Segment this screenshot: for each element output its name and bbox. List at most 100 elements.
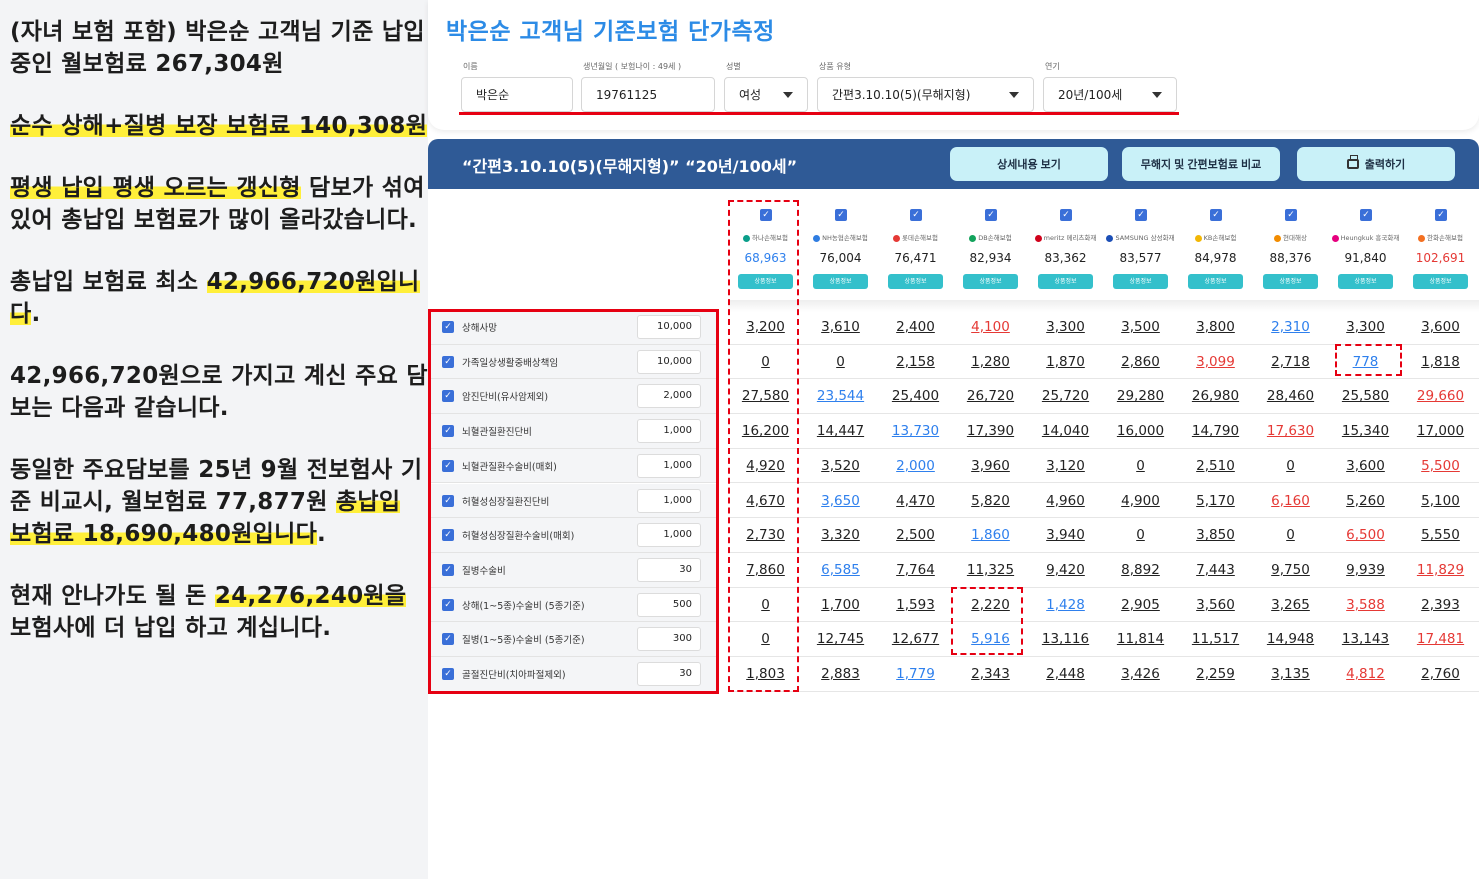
premium-value-link[interactable]: 2,000 xyxy=(878,458,953,474)
premium-value-link[interactable]: 2,860 xyxy=(1103,354,1178,370)
premium-value-link[interactable]: 25,720 xyxy=(1028,388,1103,404)
premium-value-link[interactable]: 2,259 xyxy=(1178,666,1253,682)
premium-value-link[interactable]: 6,500 xyxy=(1328,527,1403,543)
premium-value-link[interactable]: 5,100 xyxy=(1403,493,1478,509)
company-checkbox[interactable]: ✓ xyxy=(1435,209,1447,221)
premium-value-link[interactable]: 1,280 xyxy=(953,354,1028,370)
premium-value-link[interactable]: 9,939 xyxy=(1328,562,1403,578)
premium-value-link[interactable]: 29,280 xyxy=(1103,388,1178,404)
company-checkbox[interactable]: ✓ xyxy=(1060,209,1072,221)
premium-value-link[interactable]: 3,960 xyxy=(953,458,1028,474)
premium-value-link[interactable]: 1,779 xyxy=(878,666,953,682)
premium-value-link[interactable]: 3,300 xyxy=(1328,319,1403,335)
company-checkbox[interactable]: ✓ xyxy=(1210,209,1222,221)
premium-value-link[interactable]: 2,343 xyxy=(953,666,1028,682)
premium-value-link[interactable]: 11,517 xyxy=(1178,631,1253,647)
premium-value-link[interactable]: 2,448 xyxy=(1028,666,1103,682)
company-checkbox[interactable]: ✓ xyxy=(1135,209,1147,221)
premium-value-link[interactable]: 5,550 xyxy=(1403,527,1478,543)
birth-field[interactable]: 19761125 xyxy=(581,77,715,112)
premium-value-link[interactable]: 11,829 xyxy=(1403,562,1478,578)
premium-value-link[interactable]: 12,745 xyxy=(803,631,878,647)
premium-value-link[interactable]: 0 xyxy=(1103,458,1178,474)
premium-value-link[interactable]: 2,158 xyxy=(878,354,953,370)
product-select[interactable]: 간편3.10.10(5)(무해지형) xyxy=(817,77,1034,112)
premium-value-link[interactable]: 9,750 xyxy=(1253,562,1328,578)
premium-value-link[interactable]: 0 xyxy=(803,354,878,370)
term-select[interactable]: 20년/100세 xyxy=(1043,77,1177,112)
premium-value-link[interactable]: 3,588 xyxy=(1328,597,1403,613)
premium-value-link[interactable]: 1,860 xyxy=(953,527,1028,543)
product-info-button[interactable]: 상품정보 xyxy=(1413,274,1468,289)
premium-value-link[interactable]: 3,560 xyxy=(1178,597,1253,613)
premium-value-link[interactable]: 2,400 xyxy=(878,319,953,335)
premium-value-link[interactable]: 0 xyxy=(1103,527,1178,543)
premium-value-link[interactable]: 4,900 xyxy=(1103,493,1178,509)
product-info-button[interactable]: 상품정보 xyxy=(1263,274,1318,289)
premium-value-link[interactable]: 3,610 xyxy=(803,319,878,335)
premium-value-link[interactable]: 7,764 xyxy=(878,562,953,578)
premium-value-link[interactable]: 25,580 xyxy=(1328,388,1403,404)
product-info-button[interactable]: 상품정보 xyxy=(813,274,868,289)
company-checkbox[interactable]: ✓ xyxy=(1360,209,1372,221)
premium-value-link[interactable]: 5,500 xyxy=(1403,458,1478,474)
premium-value-link[interactable]: 28,460 xyxy=(1253,388,1328,404)
premium-value-link[interactable]: 17,481 xyxy=(1403,631,1478,647)
product-info-button[interactable]: 상품정보 xyxy=(1038,274,1093,289)
premium-value-link[interactable]: 4,470 xyxy=(878,493,953,509)
premium-value-link[interactable]: 2,393 xyxy=(1403,597,1478,613)
premium-value-link[interactable]: 3,265 xyxy=(1253,597,1328,613)
premium-value-link[interactable]: 17,000 xyxy=(1403,423,1478,439)
premium-value-link[interactable]: 2,905 xyxy=(1103,597,1178,613)
product-info-button[interactable]: 상품정보 xyxy=(963,274,1018,289)
premium-value-link[interactable]: 3,600 xyxy=(1328,458,1403,474)
product-info-button[interactable]: 상품정보 xyxy=(1113,274,1168,289)
print-button[interactable]: 출력하기 xyxy=(1297,147,1455,181)
premium-value-link[interactable]: 1,700 xyxy=(803,597,878,613)
name-field[interactable]: 박은순 xyxy=(461,77,573,112)
premium-value-link[interactable]: 3,135 xyxy=(1253,666,1328,682)
premium-value-link[interactable]: 5,260 xyxy=(1328,493,1403,509)
premium-value-link[interactable]: 2,760 xyxy=(1403,666,1478,682)
premium-value-link[interactable]: 3,600 xyxy=(1403,319,1478,335)
premium-value-link[interactable]: 17,630 xyxy=(1253,423,1328,439)
premium-value-link[interactable]: 3,940 xyxy=(1028,527,1103,543)
premium-value-link[interactable]: 26,980 xyxy=(1178,388,1253,404)
product-info-button[interactable]: 상품정보 xyxy=(1188,274,1243,289)
premium-value-link[interactable]: 0 xyxy=(1253,458,1328,474)
premium-value-link[interactable]: 17,390 xyxy=(953,423,1028,439)
premium-value-link[interactable]: 29,660 xyxy=(1403,388,1478,404)
premium-value-link[interactable]: 16,000 xyxy=(1103,423,1178,439)
premium-value-link[interactable]: 3,320 xyxy=(803,527,878,543)
company-checkbox[interactable]: ✓ xyxy=(985,209,997,221)
premium-value-link[interactable]: 3,520 xyxy=(803,458,878,474)
premium-value-link[interactable]: 13,143 xyxy=(1328,631,1403,647)
premium-value-link[interactable]: 23,544 xyxy=(803,388,878,404)
premium-value-link[interactable]: 25,400 xyxy=(878,388,953,404)
premium-value-link[interactable]: 6,585 xyxy=(803,562,878,578)
premium-value-link[interactable]: 4,960 xyxy=(1028,493,1103,509)
gender-select[interactable]: 여성 xyxy=(724,77,808,112)
premium-value-link[interactable]: 3,500 xyxy=(1103,319,1178,335)
premium-value-link[interactable]: 14,948 xyxy=(1253,631,1328,647)
premium-value-link[interactable]: 8,892 xyxy=(1103,562,1178,578)
premium-value-link[interactable]: 3,650 xyxy=(803,493,878,509)
product-info-button[interactable]: 상품정보 xyxy=(1338,274,1393,289)
premium-value-link[interactable]: 5,820 xyxy=(953,493,1028,509)
premium-value-link[interactable]: 11,814 xyxy=(1103,631,1178,647)
premium-value-link[interactable]: 0 xyxy=(1253,527,1328,543)
premium-value-link[interactable]: 26,720 xyxy=(953,388,1028,404)
premium-value-link[interactable]: 14,790 xyxy=(1178,423,1253,439)
company-checkbox[interactable]: ✓ xyxy=(1285,209,1297,221)
premium-value-link[interactable]: 3,300 xyxy=(1028,319,1103,335)
premium-value-link[interactable]: 2,310 xyxy=(1253,319,1328,335)
premium-value-link[interactable]: 9,420 xyxy=(1028,562,1103,578)
premium-value-link[interactable]: 2,510 xyxy=(1178,458,1253,474)
premium-value-link[interactable]: 15,340 xyxy=(1328,423,1403,439)
premium-value-link[interactable]: 3,800 xyxy=(1178,319,1253,335)
premium-value-link[interactable]: 2,500 xyxy=(878,527,953,543)
premium-value-link[interactable]: 1,818 xyxy=(1403,354,1478,370)
premium-value-link[interactable]: 7,443 xyxy=(1178,562,1253,578)
premium-value-link[interactable]: 3,850 xyxy=(1178,527,1253,543)
company-checkbox[interactable]: ✓ xyxy=(835,209,847,221)
